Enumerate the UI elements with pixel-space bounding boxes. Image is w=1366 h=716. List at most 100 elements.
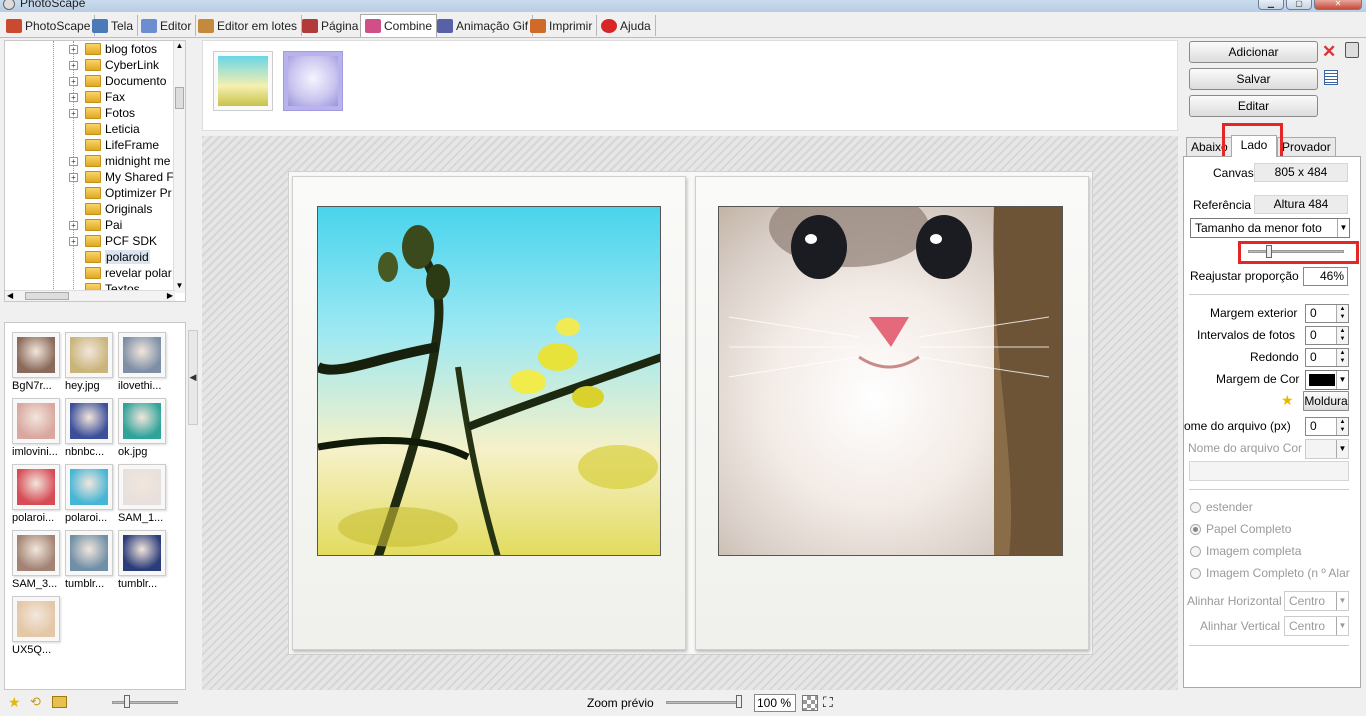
thumbnail-item[interactable]: polaroi... — [12, 464, 68, 524]
filename-color-picker[interactable]: ▼ — [1305, 439, 1349, 459]
remove-icon[interactable]: ✕ — [1322, 42, 1336, 62]
strip-photo-kitten[interactable] — [283, 51, 343, 111]
maximize-button[interactable]: ▢ — [1286, 0, 1312, 10]
tree-scroll-thumb[interactable] — [175, 87, 184, 109]
save-button[interactable]: Salvar — [1189, 68, 1318, 90]
align-horizontal-select[interactable]: Centro ▼ — [1284, 591, 1349, 611]
zoom-value[interactable]: 100 % — [754, 694, 796, 712]
tree-horizontal-scrollbar[interactable]: ◀ ▶ — [5, 290, 175, 301]
outer-margin-stepper[interactable]: 0 ▲ ▼ — [1305, 304, 1349, 323]
expand-icon[interactable]: + — [69, 108, 78, 118]
filename-text-input[interactable] — [1189, 461, 1349, 481]
tree-item[interactable]: Originals — [5, 201, 175, 217]
radio-extend[interactable] — [1190, 502, 1201, 513]
tree-item[interactable]: LifeFrame — [5, 137, 175, 153]
star-icon[interactable]: ★ — [8, 694, 21, 711]
thumbnail-item[interactable]: SAM_3... — [12, 530, 68, 590]
stepper-arrows-icon[interactable]: ▲ ▼ — [1336, 418, 1348, 435]
expand-icon[interactable]: + — [69, 92, 78, 102]
close-button[interactable]: ✕ — [1314, 0, 1362, 10]
tree-item[interactable]: Leticia — [5, 121, 175, 137]
filename-px-stepper[interactable]: 0 ▲ ▼ — [1305, 417, 1349, 436]
frame-button[interactable]: Moldura — [1303, 391, 1349, 411]
menu-editor[interactable]: Editor — [137, 15, 197, 36]
tree-item[interactable]: + blog fotos — [5, 41, 175, 57]
menu-print[interactable]: Imprimir — [526, 15, 598, 36]
fit-screen-icon[interactable]: ⛶ — [823, 694, 833, 711]
folder-tree[interactable]: + blog fotos + CyberLink + Documento + Fax + Foto… — [4, 40, 186, 302]
selected-photo-strip[interactable] — [202, 40, 1178, 131]
zoom-slider-handle[interactable] — [736, 695, 742, 708]
thumbnail-item[interactable]: ilovethi... — [118, 332, 174, 392]
margin-color-picker[interactable]: ▼ — [1305, 370, 1349, 390]
stepper-arrows-icon[interactable]: ▲ ▼ — [1336, 327, 1348, 344]
expand-icon[interactable]: + — [69, 60, 78, 70]
tab-tester[interactable]: Provador — [1277, 137, 1336, 157]
strip-photo-flower[interactable] — [213, 51, 273, 111]
checkerboard-icon[interactable] — [802, 695, 818, 711]
expand-icon[interactable]: + — [69, 220, 78, 230]
thumbnail-item[interactable]: imlovini... — [12, 398, 68, 458]
tree-item[interactable]: polaroid — [5, 249, 175, 265]
tree-hscroll-thumb[interactable] — [25, 292, 69, 300]
thumbnail-item[interactable]: SAM_1... — [118, 464, 174, 524]
expand-icon[interactable]: + — [69, 172, 78, 182]
size-mode-select[interactable]: Tamanho da menor foto ▼ — [1190, 218, 1350, 238]
align-vertical-select[interactable]: Centro ▼ — [1284, 616, 1349, 636]
zoom-slider-track[interactable] — [666, 701, 742, 704]
expand-icon[interactable]: + — [69, 236, 78, 246]
scroll-up-icon[interactable]: ▲ — [174, 41, 185, 53]
tree-item[interactable]: revelar polar — [5, 265, 175, 281]
list-icon[interactable] — [1324, 70, 1338, 85]
thumbnail-item[interactable]: nbnbc... — [65, 398, 121, 458]
tree-item[interactable]: + Documento — [5, 73, 175, 89]
thumbnail-item[interactable]: hey.jpg — [65, 332, 121, 392]
expand-icon[interactable]: + — [69, 44, 78, 54]
menu-help[interactable]: Ajuda — [597, 15, 656, 36]
minimize-button[interactable]: ▁ — [1258, 0, 1284, 10]
thumbnail-item[interactable]: ok.jpg — [118, 398, 174, 458]
scroll-left-icon[interactable]: ◀ — [7, 291, 13, 300]
thumb-size-slider-handle[interactable] — [124, 695, 130, 708]
menu-page[interactable]: Página — [298, 15, 364, 36]
star-icon[interactable]: ★ — [1281, 392, 1294, 409]
tree-item[interactable]: + CyberLink — [5, 57, 175, 73]
expand-icon[interactable]: + — [69, 76, 78, 86]
polaroid-frame-right[interactable] — [695, 176, 1089, 650]
tree-item[interactable]: + Fotos — [5, 105, 175, 121]
radio-full-image-n[interactable] — [1190, 568, 1201, 579]
tab-side[interactable]: Lado — [1231, 135, 1277, 157]
polaroid-frame-left[interactable] — [292, 176, 686, 650]
menu-photoscape[interactable]: PhotoScape — [2, 15, 96, 36]
expand-icon[interactable]: + — [69, 156, 78, 166]
tree-item[interactable]: Optimizer Pr — [5, 185, 175, 201]
tree-vertical-scrollbar[interactable]: ▲ ▼ — [173, 41, 185, 293]
collapse-panel-handle[interactable]: ◀ — [188, 330, 198, 425]
rotate-icon[interactable]: ⟲ — [30, 694, 41, 710]
photo-gap-stepper[interactable]: 0 ▲ ▼ — [1305, 326, 1349, 345]
menu-batch-editor[interactable]: Editor em lotes — [194, 15, 303, 36]
tree-item[interactable]: + Pai — [5, 217, 175, 233]
thumbnail-item[interactable]: polaroi... — [65, 464, 121, 524]
edit-button[interactable]: Editar — [1189, 95, 1318, 117]
round-stepper[interactable]: 0 ▲ ▼ — [1305, 348, 1349, 367]
menu-combine[interactable]: Combine — [360, 14, 438, 37]
scroll-right-icon[interactable]: ▶ — [167, 291, 173, 300]
thumbnail-item[interactable]: tumblr... — [65, 530, 121, 590]
resize-value[interactable]: 46% — [1303, 267, 1348, 286]
radio-full-paper[interactable] — [1190, 524, 1201, 535]
thumbnail-item[interactable]: BgN7r... — [12, 332, 68, 392]
stepper-arrows-icon[interactable]: ▲ ▼ — [1336, 305, 1348, 322]
menu-tela[interactable]: Tela — [88, 15, 139, 36]
tree-item[interactable]: + PCF SDK — [5, 233, 175, 249]
add-button[interactable]: Adicionar — [1189, 41, 1318, 63]
trash-icon[interactable] — [1345, 42, 1359, 58]
tree-item[interactable]: + midnight me — [5, 153, 175, 169]
radio-full-image[interactable] — [1190, 546, 1201, 557]
scroll-down-icon[interactable]: ▼ — [174, 281, 185, 293]
tree-item[interactable]: + My Shared F — [5, 169, 175, 185]
thumbnail-item[interactable]: tumblr... — [118, 530, 174, 590]
menu-gif-animation[interactable]: Animação Gif — [433, 15, 534, 36]
thumbnail-browser[interactable]: BgN7r... hey.jpg ilovethi... imlovini... nbn… — [4, 322, 186, 690]
thumb-size-slider-track[interactable] — [112, 701, 178, 704]
